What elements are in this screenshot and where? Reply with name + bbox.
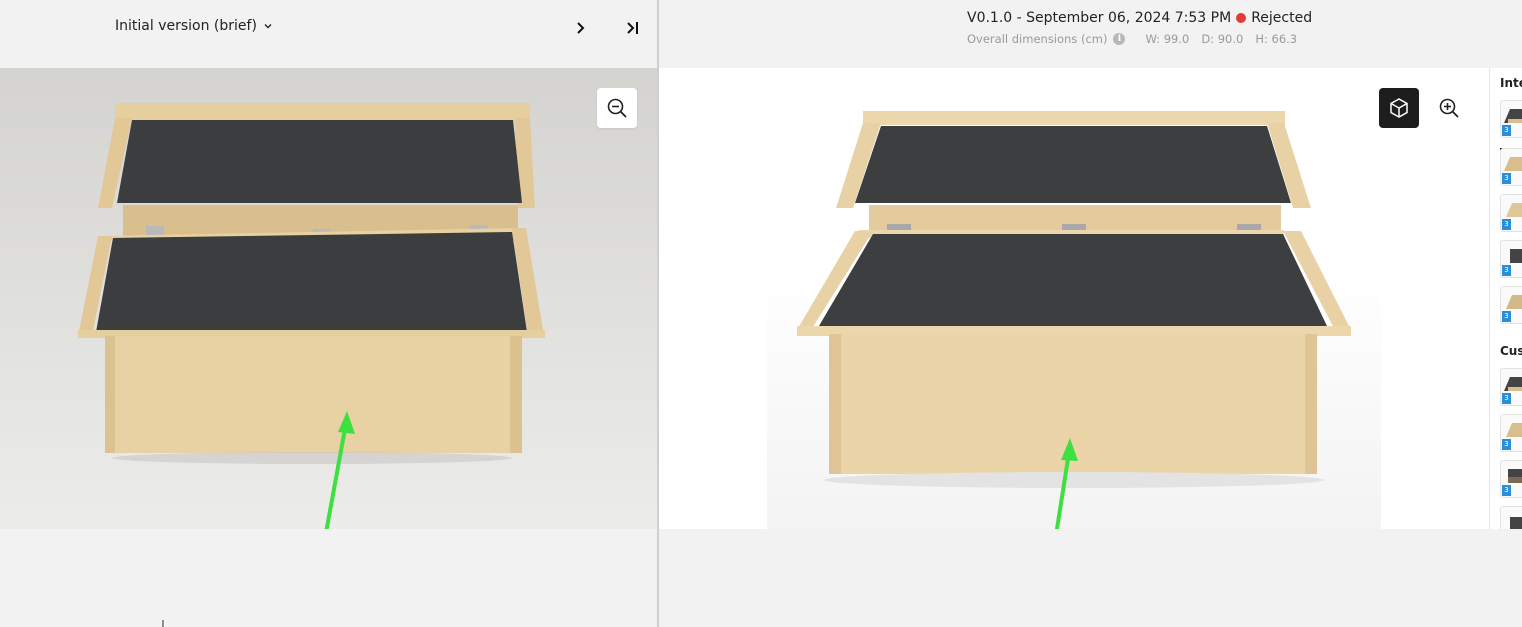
thumbnail-image (1510, 249, 1522, 263)
thumbnail-badge: 3 (1502, 393, 1511, 404)
right-comparison-pane: V0.1.0 - September 06, 2024 7:53 PM Reje… (659, 0, 1522, 627)
next-version-button[interactable] (570, 18, 590, 38)
variant-thumbnail[interactable]: 3 (1500, 194, 1522, 232)
variant-thumbnail[interactable]: 3 (1500, 368, 1522, 406)
dimension-depth: D: 90.0 (1201, 32, 1244, 46)
render-view (659, 68, 1489, 529)
thumbnail-image (1504, 377, 1522, 391)
dimension-width: W: 99.0 (1145, 32, 1190, 46)
version-dropdown-label: Initial version (brief) (115, 18, 257, 34)
info-icon[interactable]: i (1113, 33, 1126, 45)
thumbnail-image (1508, 469, 1522, 483)
status-badge: Rejected (1251, 10, 1313, 26)
variants-sidebar: Inte 3 2 3 3 3 3 Cus (1489, 68, 1522, 529)
thumbnail-badge: 3 (1502, 219, 1511, 230)
thumbnail-image (1506, 423, 1522, 437)
thumbnail-image (1506, 203, 1522, 217)
version-info: V0.1.0 - September 06, 2024 7:53 PM Reje… (967, 10, 1312, 26)
variant-thumbnail[interactable]: 3 (1500, 460, 1522, 498)
variant-thumbnail[interactable]: 3 (1500, 148, 1522, 186)
render-drawing (767, 111, 1381, 529)
zoom-out-button[interactable] (597, 88, 637, 128)
thumbnail-badge: 3 (1502, 265, 1511, 276)
dimension-height: H: 66.3 (1255, 32, 1298, 46)
thumbnail-image (1510, 517, 1522, 529)
variant-thumbnail[interactable]: 3 (1500, 286, 1522, 324)
last-version-button[interactable] (622, 18, 644, 38)
zoom-in-button[interactable] (1429, 88, 1469, 128)
thumbnail-image (1504, 157, 1522, 171)
thumbnail-badge: 3 (1502, 439, 1511, 450)
thumbnail-badge: 3 (1502, 125, 1511, 136)
dimensions-line: Overall dimensions (cm) i W: 99.0 D: 90.… (967, 32, 1309, 46)
sidebar-section-heading: Inte (1500, 76, 1522, 90)
dimensions-label: Overall dimensions (cm) (967, 32, 1108, 46)
version-dropdown[interactable]: Initial version (brief) (115, 18, 273, 34)
thumbnail-badge: 3 (1502, 485, 1511, 496)
view-3d-button[interactable] (1379, 88, 1419, 128)
chevron-down-icon (264, 24, 272, 29)
status-dot (1236, 13, 1247, 23)
reference-photo-drawing (0, 68, 657, 529)
variant-thumbnail[interactable]: 3 (1500, 414, 1522, 452)
reference-photo (0, 68, 657, 529)
zoom-out-icon (607, 98, 627, 118)
right-header: V0.1.0 - September 06, 2024 7:53 PM Reje… (659, 0, 1522, 68)
version-title: V0.1.0 - September 06, 2024 7:53 PM (967, 10, 1232, 26)
variant-thumbnail[interactable]: 3 (1500, 100, 1522, 138)
thumbnail-badge: 3 (1502, 311, 1511, 322)
variant-thumbnail[interactable] (1500, 506, 1522, 529)
variant-thumbnail[interactable]: 3 (1500, 240, 1522, 278)
cube-icon (1390, 98, 1408, 118)
thumbnail-badge: 3 (1502, 173, 1511, 184)
app-root: Initial version (brief) V0.1.0 - Septemb… (0, 0, 1522, 627)
thumbnail-image (1506, 295, 1522, 309)
left-header: Initial version (brief) (0, 0, 657, 68)
mouse-cursor-icon (162, 620, 166, 627)
zoom-in-icon (1439, 98, 1459, 118)
sidebar-section-heading: Cus (1500, 344, 1522, 358)
thumbnail-image (1504, 109, 1522, 123)
left-comparison-pane: Initial version (brief) (0, 0, 657, 627)
